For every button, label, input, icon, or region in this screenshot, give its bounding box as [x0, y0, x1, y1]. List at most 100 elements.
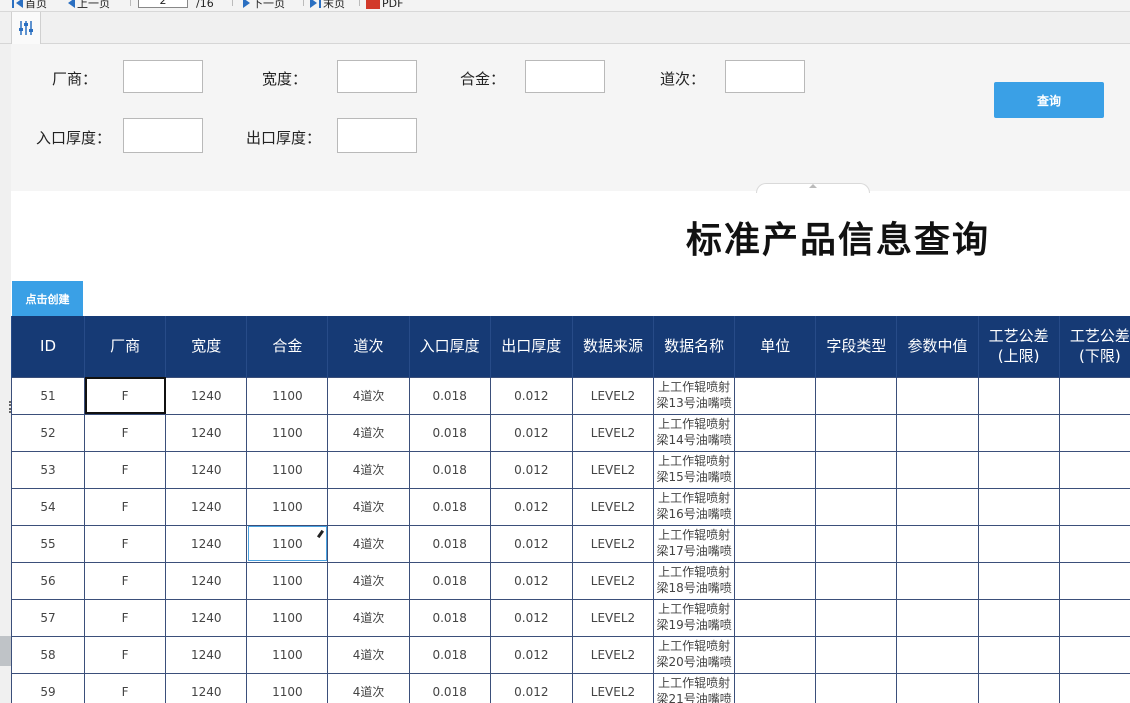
table-row[interactable]: 53 F 1240 1100 4道次 0.018 0.012 LEVEL2 上工作辊喷射梁15号… [11, 450, 1130, 489]
next-page-button[interactable]: 下一页 [243, 0, 285, 11]
width-input[interactable] [337, 60, 417, 93]
entry-thickness-input[interactable] [123, 118, 203, 153]
cell-tolerance-upper[interactable] [977, 450, 1060, 489]
cell-width[interactable]: 1240 [165, 413, 248, 452]
cell-data-name[interactable]: 上工作辊喷射梁14号油嘴喷 [653, 413, 736, 452]
cell-pass[interactable]: 4道次 [327, 524, 410, 563]
cell-data-source[interactable]: LEVEL2 [571, 598, 655, 637]
cell-tolerance-upper[interactable] [977, 487, 1060, 526]
cell-tolerance-lower[interactable] [1058, 635, 1130, 674]
cell-id[interactable]: 55 [11, 524, 86, 563]
cell-field-type[interactable] [815, 598, 898, 637]
cell-unit[interactable] [734, 524, 817, 563]
cell-vendor[interactable]: F [84, 376, 167, 415]
cell-data-name[interactable]: 上工作辊喷射梁19号油嘴喷 [653, 598, 736, 637]
cell-entry-thickness[interactable]: 0.018 [408, 635, 491, 674]
cell-data-name[interactable]: 上工作辊喷射梁17号油嘴喷 [653, 524, 736, 563]
cell-exit-thickness[interactable]: 0.012 [489, 598, 573, 637]
cell-data-name[interactable]: 上工作辊喷射梁15号油嘴喷 [653, 450, 736, 489]
pdf-export-button[interactable]: PDF [366, 0, 403, 11]
cell-id[interactable]: 51 [11, 376, 86, 415]
table-row[interactable]: 59 F 1240 1100 4道次 0.018 0.012 LEVEL2 上工作辊喷射梁21号… [11, 672, 1130, 703]
cell-param-mid[interactable] [896, 376, 979, 415]
cell-data-source[interactable]: LEVEL2 [571, 561, 655, 600]
cell-width[interactable]: 1240 [165, 450, 248, 489]
cell-vendor[interactable]: F [84, 635, 167, 674]
vendor-input[interactable] [123, 60, 203, 93]
cell-id[interactable]: 58 [11, 635, 86, 674]
cell-data-source[interactable]: LEVEL2 [571, 376, 655, 415]
cell-width[interactable]: 1240 [165, 561, 248, 600]
cell-tolerance-upper[interactable] [977, 635, 1060, 674]
cell-unit[interactable] [734, 672, 817, 703]
cell-entry-thickness[interactable]: 0.018 [408, 376, 491, 415]
cell-exit-thickness[interactable]: 0.012 [489, 376, 573, 415]
cell-data-source[interactable]: LEVEL2 [571, 450, 655, 489]
cell-tolerance-upper[interactable] [977, 561, 1060, 600]
cell-pass[interactable]: 4道次 [327, 487, 410, 526]
cell-width[interactable]: 1240 [165, 635, 248, 674]
cell-tolerance-upper[interactable] [977, 376, 1060, 415]
cell-param-mid[interactable] [896, 450, 979, 489]
cell-pass[interactable]: 4道次 [327, 561, 410, 600]
cell-id[interactable]: 54 [11, 487, 86, 526]
cell-vendor[interactable]: F [84, 450, 167, 489]
cell-width[interactable]: 1240 [165, 598, 248, 637]
cell-width[interactable]: 1240 [165, 487, 248, 526]
cell-unit[interactable] [734, 413, 817, 452]
parameter-panel-toggle[interactable] [11, 12, 41, 44]
cell-field-type[interactable] [815, 672, 898, 703]
pass-input[interactable] [725, 60, 805, 93]
table-row[interactable]: 55 F 1240 1100 4道次 0.018 0.012 LEVEL2 上工作辊喷射梁17号… [11, 524, 1130, 563]
cell-unit[interactable] [734, 561, 817, 600]
cell-unit[interactable] [734, 635, 817, 674]
cell-pass[interactable]: 4道次 [327, 598, 410, 637]
cell-alloy[interactable]: 1100 [246, 561, 329, 600]
table-row[interactable]: 58 F 1240 1100 4道次 0.018 0.012 LEVEL2 上工作辊喷射梁20号… [11, 635, 1130, 674]
cell-data-source[interactable]: LEVEL2 [571, 487, 655, 526]
cell-param-mid[interactable] [896, 598, 979, 637]
table-row[interactable]: 52 F 1240 1100 4道次 0.018 0.012 LEVEL2 上工作辊喷射梁14号… [11, 413, 1130, 452]
cell-exit-thickness[interactable]: 0.012 [489, 487, 573, 526]
cell-data-name[interactable]: 上工作辊喷射梁16号油嘴喷 [653, 487, 736, 526]
cell-tolerance-lower[interactable] [1058, 524, 1130, 563]
table-row[interactable]: 54 F 1240 1100 4道次 0.018 0.012 LEVEL2 上工作辊喷射梁16号… [11, 487, 1130, 526]
cell-id[interactable]: 53 [11, 450, 86, 489]
cell-width[interactable]: 1240 [165, 672, 248, 703]
cell-tolerance-lower[interactable] [1058, 376, 1130, 415]
cell-exit-thickness[interactable]: 0.012 [489, 413, 573, 452]
cell-alloy[interactable]: 1100 [246, 487, 329, 526]
cell-data-source[interactable]: LEVEL2 [571, 413, 655, 452]
cell-data-source[interactable]: LEVEL2 [571, 524, 655, 563]
cell-field-type[interactable] [815, 635, 898, 674]
cell-entry-thickness[interactable]: 0.018 [408, 450, 491, 489]
cell-field-type[interactable] [815, 561, 898, 600]
cell-field-type[interactable] [815, 487, 898, 526]
cell-field-type[interactable] [815, 376, 898, 415]
cell-unit[interactable] [734, 450, 817, 489]
cell-pass[interactable]: 4道次 [327, 413, 410, 452]
cell-entry-thickness[interactable]: 0.018 [408, 413, 491, 452]
current-page-input[interactable]: 2 [138, 0, 188, 8]
prev-page-button[interactable]: 上一页 [68, 0, 110, 11]
cell-width[interactable]: 1240 [165, 524, 248, 563]
cell-entry-thickness[interactable]: 0.018 [408, 672, 491, 703]
cell-param-mid[interactable] [896, 635, 979, 674]
cell-id[interactable]: 52 [11, 413, 86, 452]
cell-tolerance-upper[interactable] [977, 413, 1060, 452]
cell-tolerance-lower[interactable] [1058, 450, 1130, 489]
cell-data-name[interactable]: 上工作辊喷射梁18号油嘴喷 [653, 561, 736, 600]
cell-param-mid[interactable] [896, 672, 979, 703]
cell-vendor[interactable]: F [84, 487, 167, 526]
cell-entry-thickness[interactable]: 0.018 [408, 487, 491, 526]
last-page-button[interactable]: 末页 [310, 0, 345, 11]
cell-unit[interactable] [734, 487, 817, 526]
cell-id[interactable]: 57 [11, 598, 86, 637]
cell-exit-thickness[interactable]: 0.012 [489, 524, 573, 563]
cell-tolerance-lower[interactable] [1058, 598, 1130, 637]
cell-alloy[interactable]: 1100 [246, 376, 329, 415]
cell-tolerance-upper[interactable] [977, 672, 1060, 703]
cell-tolerance-upper[interactable] [977, 598, 1060, 637]
cell-field-type[interactable] [815, 450, 898, 489]
collapse-panel-toggle[interactable] [756, 183, 870, 193]
